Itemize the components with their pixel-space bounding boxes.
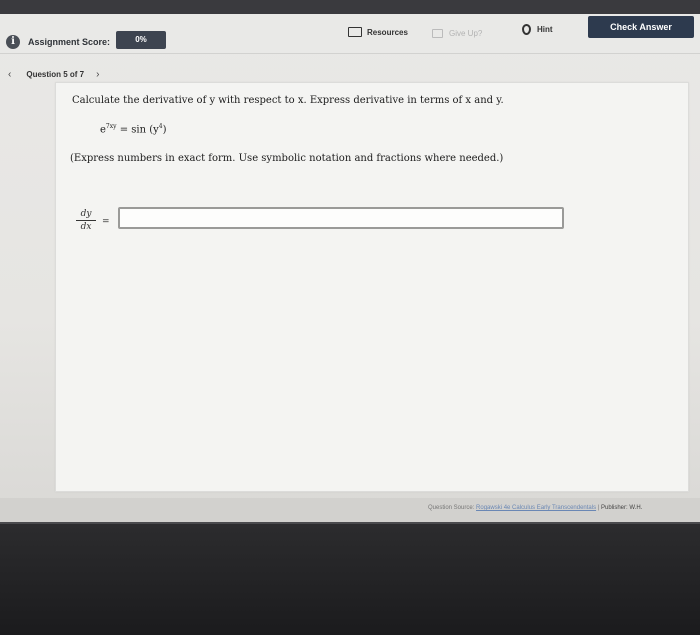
top-bezel	[0, 0, 700, 14]
give-up-label: Give Up?	[449, 28, 483, 38]
question-equation: e7xy = sin (y4)	[100, 123, 167, 135]
bottom-bezel	[0, 524, 700, 635]
fraction-denominator: dx	[80, 222, 92, 232]
question-counter: Question 5 of 7	[26, 69, 85, 79]
fraction-numerator: dy	[76, 209, 96, 221]
question-prompt: Calculate the derivative of y with respe…	[72, 95, 504, 106]
equation-rhs-close: )	[162, 124, 167, 136]
screen: i Assignment Score: 0% Resources Give Up…	[0, 14, 700, 524]
publisher: Publisher: W.H.	[601, 505, 643, 511]
give-up-button[interactable]: Give Up?	[432, 26, 482, 40]
hint-label: Hint	[537, 24, 553, 34]
header-bar: i Assignment Score: 0% Resources Give Up…	[0, 14, 700, 54]
folder-icon	[348, 27, 362, 37]
source-prefix: Question Source:	[428, 505, 475, 511]
question-source: Question Source: Rogawski 4e Calculus Ea…	[428, 505, 642, 511]
source-link[interactable]: Rogawski 4e Calculus Early Transcendenta…	[476, 505, 596, 511]
check-answer-button[interactable]: Check Answer	[588, 16, 694, 38]
equation-rhs: = sin (y	[119, 124, 159, 136]
answer-instructions: (Express numbers in exact form. Use symb…	[70, 153, 504, 164]
resources-label: Resources	[367, 27, 408, 37]
resources-button[interactable]: Resources	[348, 24, 408, 40]
answer-input[interactable]	[118, 207, 564, 229]
derivative-fraction: dy dx	[76, 209, 96, 232]
question-card: Calculate the derivative of y with respe…	[55, 82, 689, 492]
score-label: Assignment Score:	[28, 37, 111, 47]
info-icon[interactable]: i	[6, 35, 20, 49]
equation-lhs-exponent: 7xy	[105, 123, 117, 130]
chevron-left-icon[interactable]: ‹	[8, 69, 11, 80]
footer-separator: |	[597, 505, 600, 511]
question-nav: ‹ Question 5 of 7 ›	[0, 66, 99, 82]
chevron-right-icon[interactable]: ›	[96, 69, 99, 80]
hint-button[interactable]: Hint	[522, 20, 553, 38]
equals-sign: =	[102, 217, 110, 227]
score-badge: 0%	[116, 31, 166, 49]
give-up-icon	[432, 28, 443, 38]
footer-bar: Question Source: Rogawski 4e Calculus Ea…	[0, 498, 700, 524]
assignment-score: i Assignment Score:	[6, 35, 110, 49]
lightbulb-icon	[522, 23, 531, 35]
